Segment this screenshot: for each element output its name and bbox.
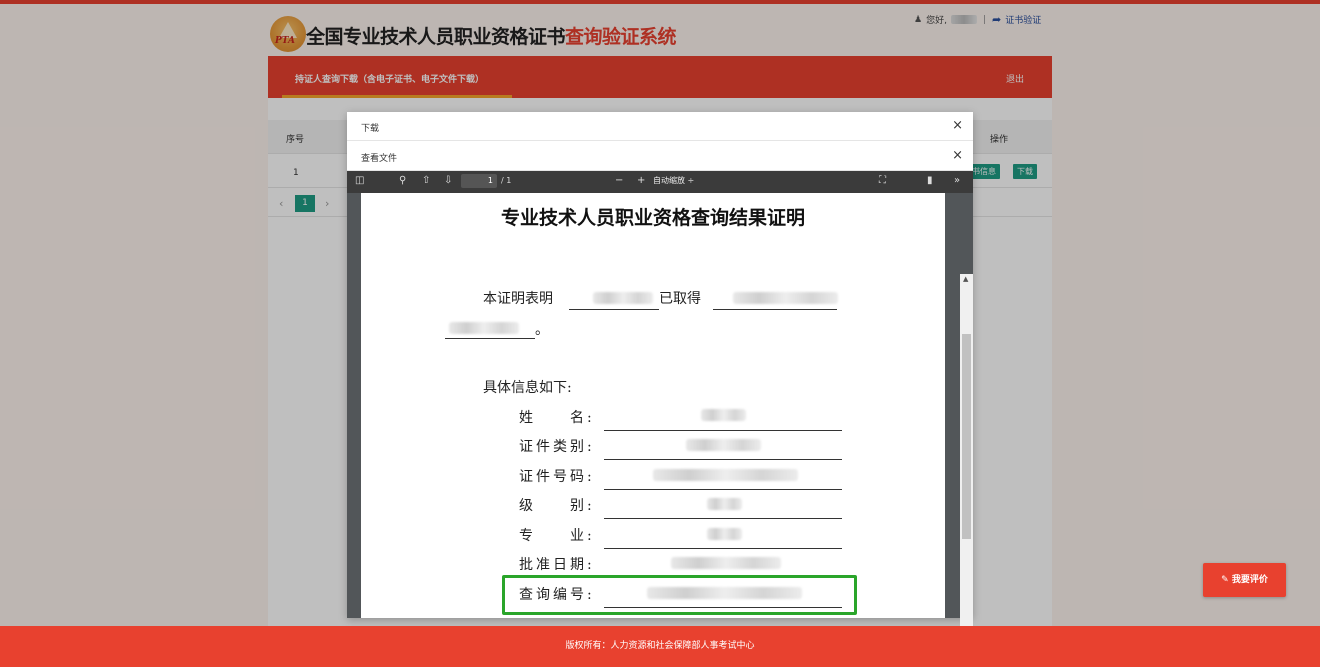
view-file-close-icon[interactable]: ×	[952, 148, 963, 163]
pdf-toolbar: ◫ ⚲ ⇧ ⇩ 1 / 1 − + 自动缩放 ÷ ⛶ ▮ »	[347, 171, 973, 193]
field-underline	[604, 430, 842, 431]
field-value-id-number-redacted	[653, 469, 798, 481]
field-label-name: 姓 名:	[519, 410, 595, 426]
view-file-header: 查看文件 ×	[347, 142, 973, 171]
field-label-level: 级 别:	[519, 498, 595, 514]
modal-title: 下载	[361, 124, 380, 134]
field-value-approval-date-redacted	[671, 557, 781, 569]
download-modal: 下载 × 查看文件 × ◫ ⚲ ⇧ ⇩ 1 / 1 − + 自动缩放 ÷ ⛶ ▮…	[347, 112, 973, 667]
zoom-out-button[interactable]: −	[615, 175, 623, 186]
underline	[569, 309, 659, 310]
zoom-select[interactable]: 自动缩放 ÷	[653, 175, 694, 186]
presentation-mode-icon[interactable]: ⛶	[879, 175, 886, 186]
holder-name-redacted	[593, 292, 653, 304]
tools-menu-icon[interactable]: »	[954, 175, 960, 186]
pdf-viewer-canvas[interactable]: 专业技术人员职业资格查询结果证明 本证明表明 已取得 。 具体信息如下: 姓 名…	[347, 193, 973, 667]
field-underline	[604, 489, 842, 490]
qualification-redacted	[733, 292, 838, 304]
search-icon[interactable]: ⚲	[399, 175, 406, 186]
field-label-id-type: 证件类别:	[519, 439, 595, 455]
field-value-major-redacted	[707, 528, 742, 540]
field-label-id-number: 证件号码:	[519, 469, 595, 485]
page-number-input[interactable]: 1	[461, 174, 497, 188]
field-value-level-redacted	[707, 498, 742, 510]
modal-close-icon[interactable]: ×	[952, 118, 963, 133]
intro-end: 。	[535, 322, 549, 338]
bookmark-icon[interactable]: ▮	[927, 175, 933, 186]
field-value-id-type-redacted	[686, 439, 761, 451]
modal-header: 下载 ×	[347, 112, 973, 141]
qualification-redacted-2	[449, 322, 519, 334]
document-title: 专业技术人员职业资格查询结果证明	[500, 207, 805, 229]
rate-button-label: 我要评价	[1231, 575, 1268, 585]
pdf-page: 专业技术人员职业资格查询结果证明 本证明表明 已取得 。 具体信息如下: 姓 名…	[361, 193, 945, 618]
sidebar-toggle-icon[interactable]: ◫	[355, 175, 364, 186]
rate-button[interactable]: ✎ 我要评价	[1203, 563, 1286, 597]
intro-mid: 已取得	[659, 291, 701, 307]
page-total: / 1	[501, 176, 512, 185]
details-heading: 具体信息如下:	[483, 380, 572, 396]
field-underline	[604, 548, 842, 549]
scroll-up-icon[interactable]: ▲	[963, 275, 968, 283]
field-label-major: 专 业:	[519, 528, 595, 544]
field-underline	[604, 459, 842, 460]
footer: 版权所有：人力资源和社会保障部人事考试中心	[0, 626, 1320, 667]
zoom-in-button[interactable]: +	[637, 175, 645, 186]
view-file-title: 查看文件	[361, 154, 398, 164]
field-underline	[604, 518, 842, 519]
underline	[713, 309, 837, 310]
underline	[445, 338, 535, 339]
edit-icon: ✎	[1221, 575, 1232, 585]
scroll-thumb[interactable]	[962, 334, 971, 539]
query-number-highlight-box	[502, 575, 857, 615]
pdf-scrollbar[interactable]: ▲ ▼	[960, 274, 973, 667]
field-label-approval-date: 批准日期:	[519, 557, 595, 573]
intro-prefix: 本证明表明	[483, 291, 553, 307]
prev-page-icon[interactable]: ⇧	[422, 175, 430, 186]
next-page-icon[interactable]: ⇩	[444, 175, 452, 186]
field-value-name-redacted	[701, 409, 746, 421]
